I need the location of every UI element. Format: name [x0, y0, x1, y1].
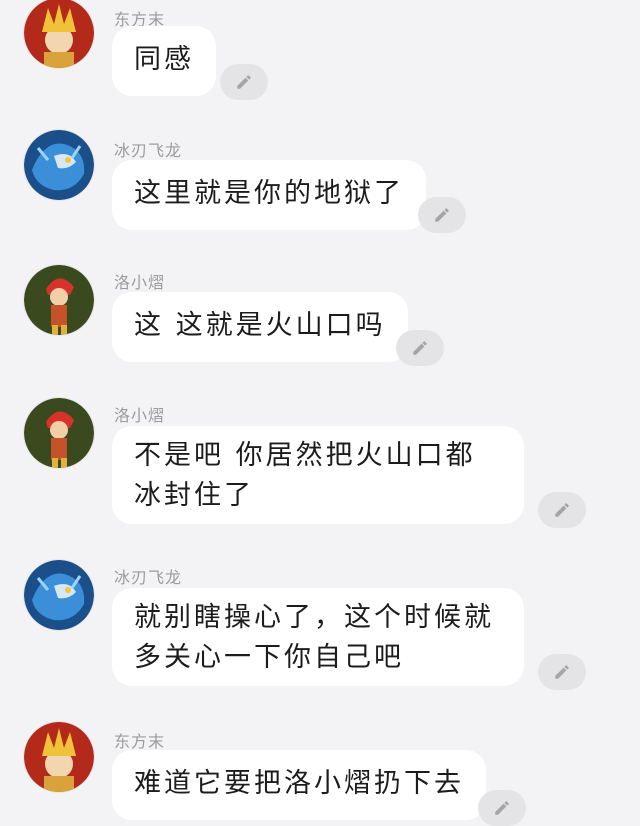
- blonde-boy-avatar[interactable]: [24, 0, 94, 68]
- pencil-icon: [555, 665, 569, 679]
- blonde-boy-avatar[interactable]: [24, 722, 94, 792]
- message-bubble[interactable]: 这 这就是火山口吗: [112, 292, 408, 362]
- edit-button[interactable]: [220, 64, 268, 100]
- sender-name: 东方末: [114, 732, 166, 751]
- message-bubble[interactable]: 这里就是你的地狱了: [112, 160, 426, 230]
- edit-button[interactable]: [418, 197, 466, 233]
- message-bubble[interactable]: 同感: [112, 26, 216, 96]
- message-bubble[interactable]: 不是吧 你居然把火山口都冰封住了: [112, 426, 524, 524]
- pencil-icon: [435, 208, 449, 222]
- message-bubble[interactable]: 就别瞎操心了，这个时候就多关心一下你自己吧: [112, 588, 524, 686]
- message-text: 就别瞎操心了，这个时候就多关心一下你自己吧: [134, 602, 494, 673]
- sender-name: 洛小熠: [114, 406, 166, 425]
- message-text: 这里就是你的地狱了: [134, 178, 404, 209]
- red-hair-boy-avatar[interactable]: [24, 398, 94, 468]
- pencil-icon: [555, 503, 569, 517]
- blue-dragon-avatar[interactable]: [24, 130, 94, 200]
- sender-name: 冰刃飞龙: [114, 568, 183, 587]
- pencil-icon: [413, 341, 427, 355]
- edit-button[interactable]: [538, 654, 586, 690]
- edit-button[interactable]: [478, 790, 526, 826]
- sender-name: 洛小熠: [114, 273, 166, 292]
- message-text: 不是吧 你居然把火山口都冰封住了: [134, 440, 476, 511]
- message-bubble[interactable]: 难道它要把洛小熠扔下去: [112, 750, 486, 820]
- edit-button[interactable]: [538, 492, 586, 528]
- pencil-icon: [495, 801, 509, 815]
- message-text: 这 这就是火山口吗: [134, 310, 386, 341]
- message-text: 难道它要把洛小熠扔下去: [134, 768, 464, 799]
- edit-button[interactable]: [396, 330, 444, 366]
- sender-name: 冰刃飞龙: [114, 141, 183, 160]
- blue-dragon-avatar[interactable]: [24, 560, 94, 630]
- pencil-icon: [237, 75, 251, 89]
- message-text: 同感: [134, 44, 194, 75]
- red-hair-boy-avatar[interactable]: [24, 265, 94, 335]
